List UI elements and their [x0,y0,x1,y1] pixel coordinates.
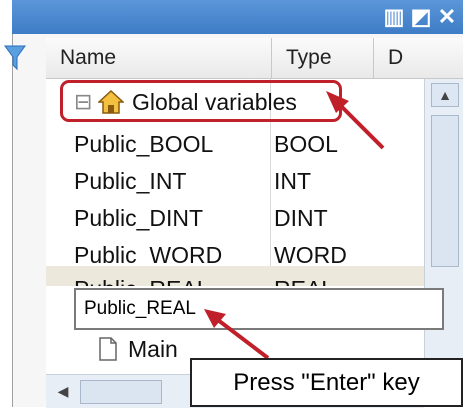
annotation-arrows [204,91,385,360]
annotation-callout: Press "Enter" key [190,358,463,407]
